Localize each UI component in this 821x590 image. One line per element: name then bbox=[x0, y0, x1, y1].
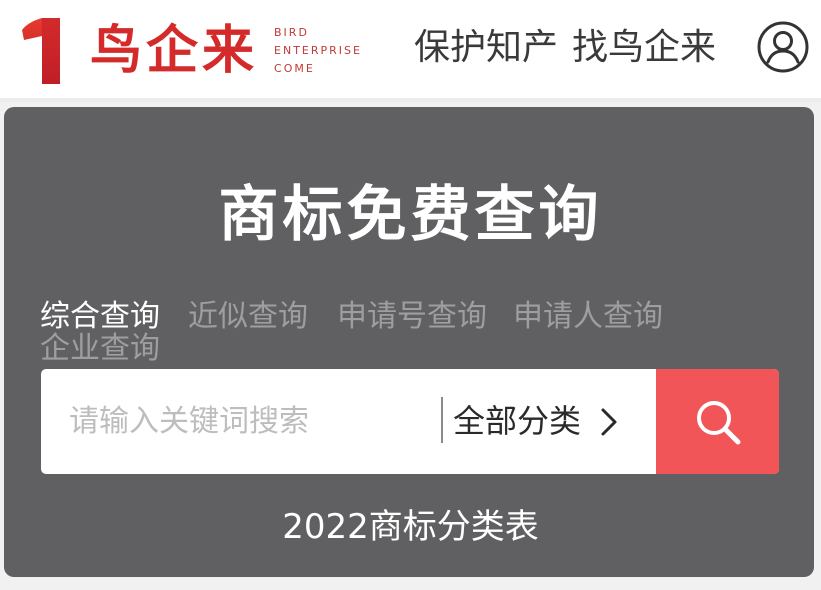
search-input[interactable] bbox=[41, 369, 441, 474]
logo-en-line: ENTERPRISE bbox=[274, 44, 362, 57]
logo-text-cn: 鸟企来 bbox=[90, 21, 259, 81]
category-select[interactable]: 全部分类 bbox=[453, 369, 653, 474]
tab-application-number-search[interactable]: 申请号查询 bbox=[337, 300, 487, 334]
search-bar: 全部分类 bbox=[41, 369, 779, 474]
chevron-right-icon bbox=[601, 408, 617, 435]
trademark-class-table-link[interactable]: 2022商标分类表 bbox=[0, 507, 821, 547]
logo-en-line: BIRD bbox=[274, 26, 309, 39]
logo-en-line: COME bbox=[274, 62, 315, 75]
logo-text-en: BIRD ENTERPRISE COME bbox=[274, 24, 362, 78]
category-select-label: 全部分类 bbox=[453, 402, 582, 440]
header: 鸟企来 BIRD ENTERPRISE COME 保护知产 找鸟企来 bbox=[0, 0, 821, 98]
search-card-title: 商标免费查询 bbox=[218, 180, 603, 250]
header-nav: 保护知产 找鸟企来 bbox=[414, 20, 716, 76]
user-circle-icon[interactable] bbox=[756, 20, 810, 74]
logo-mark-icon bbox=[22, 18, 60, 84]
nav-link-find-niaoqilai[interactable]: 找鸟企来 bbox=[572, 20, 716, 76]
search-divider bbox=[441, 397, 443, 443]
header-divider bbox=[0, 98, 821, 102]
page: 鸟企来 BIRD ENTERPRISE COME 保护知产 找鸟企来 商标免费查… bbox=[0, 0, 821, 590]
tab-enterprise-search[interactable]: 企业查询 bbox=[40, 332, 160, 366]
tab-applicant-search[interactable]: 申请人查询 bbox=[513, 300, 663, 334]
search-icon bbox=[696, 400, 740, 444]
tab-similar-search[interactable]: 近似查询 bbox=[188, 300, 308, 334]
nav-link-protect-ip[interactable]: 保护知产 bbox=[414, 20, 558, 76]
tab-comprehensive-search[interactable]: 综合查询 bbox=[40, 300, 160, 334]
brand-logo[interactable]: 鸟企来 BIRD ENTERPRISE COME bbox=[20, 16, 362, 86]
search-button[interactable] bbox=[656, 369, 779, 474]
